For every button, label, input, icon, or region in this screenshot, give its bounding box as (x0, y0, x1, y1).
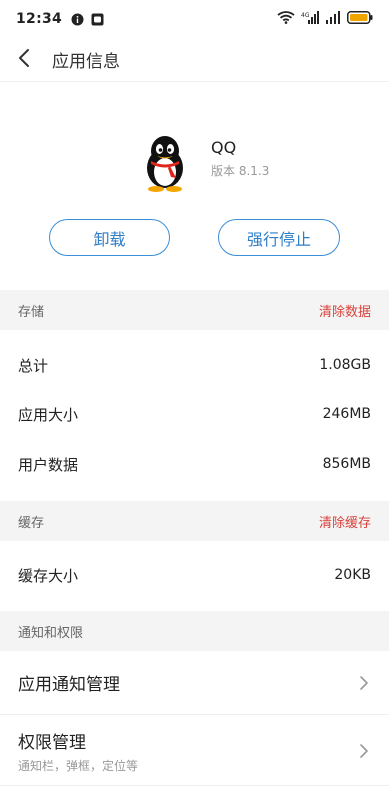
item-subtitle: 通知栏，弹框，定位等 (18, 758, 139, 773)
cache-section-title: 缓存 (18, 515, 45, 531)
row-label: 应用大小 (18, 405, 79, 424)
storage-row-app-size: 应用大小 246MB (0, 390, 389, 438)
notify-permissions-section-header: 通知和权限 (0, 611, 389, 651)
back-button[interactable] (0, 38, 48, 82)
cache-row-size: 缓存大小 20KB (0, 551, 389, 599)
row-value: 1.08GB (319, 357, 371, 373)
storage-row-total: 总计 1.08GB (0, 341, 389, 389)
page-title: 应用信息 (52, 52, 120, 72)
status-bar: 12:34 4G (0, 0, 389, 38)
signal-icon (325, 10, 341, 28)
app-info-screen: 12:34 4G 应用信息 QQ 版本 8.1.3 卸载 强行停止 存储 清除数… (0, 0, 389, 800)
uninstall-button[interactable]: 卸载 (49, 219, 170, 256)
row-label: 缓存大小 (18, 566, 79, 585)
storage-row-user-data: 用户数据 856MB (0, 440, 389, 488)
cache-section-header: 缓存 清除缓存 (0, 501, 389, 541)
chevron-right-icon (359, 674, 371, 692)
clear-data-button[interactable]: 清除数据 (319, 301, 371, 320)
clear-cache-button[interactable]: 清除缓存 (319, 512, 371, 531)
app-bar: 应用信息 (0, 38, 389, 82)
storage-section-header: 存储 清除数据 (0, 290, 389, 330)
chevron-left-icon (18, 48, 30, 72)
permission-management-item[interactable]: 权限管理 通知栏，弹框，定位等 (0, 716, 389, 786)
status-time: 12:34 (16, 11, 63, 27)
row-label: 总计 (18, 356, 49, 375)
force-stop-button[interactable]: 强行停止 (218, 219, 340, 256)
row-value: 246MB (322, 406, 371, 422)
notification-square-icon (90, 12, 104, 26)
info-circle-icon (70, 12, 84, 26)
row-value: 856MB (322, 456, 371, 472)
notify-permissions-section-title: 通知和权限 (18, 625, 84, 641)
battery-icon (347, 10, 373, 28)
storage-section-title: 存储 (18, 304, 45, 320)
item-title: 应用通知管理 (18, 675, 120, 695)
qq-penguin-icon (140, 132, 190, 192)
app-name: QQ (211, 138, 237, 157)
app-summary: QQ 版本 8.1.3 (0, 120, 389, 200)
row-value: 20KB (334, 567, 371, 583)
wifi-icon (277, 10, 295, 28)
item-title: 权限管理 (18, 732, 86, 753)
signal-icon: 4G (301, 10, 319, 28)
app-version: 版本 8.1.3 (211, 164, 270, 178)
chevron-right-icon (359, 742, 371, 760)
row-label: 用户数据 (18, 455, 79, 474)
item-text: 权限管理 通知栏，弹框，定位等 (18, 728, 138, 774)
app-notification-management-item[interactable]: 应用通知管理 (0, 651, 389, 715)
svg-text:4G: 4G (301, 12, 310, 19)
